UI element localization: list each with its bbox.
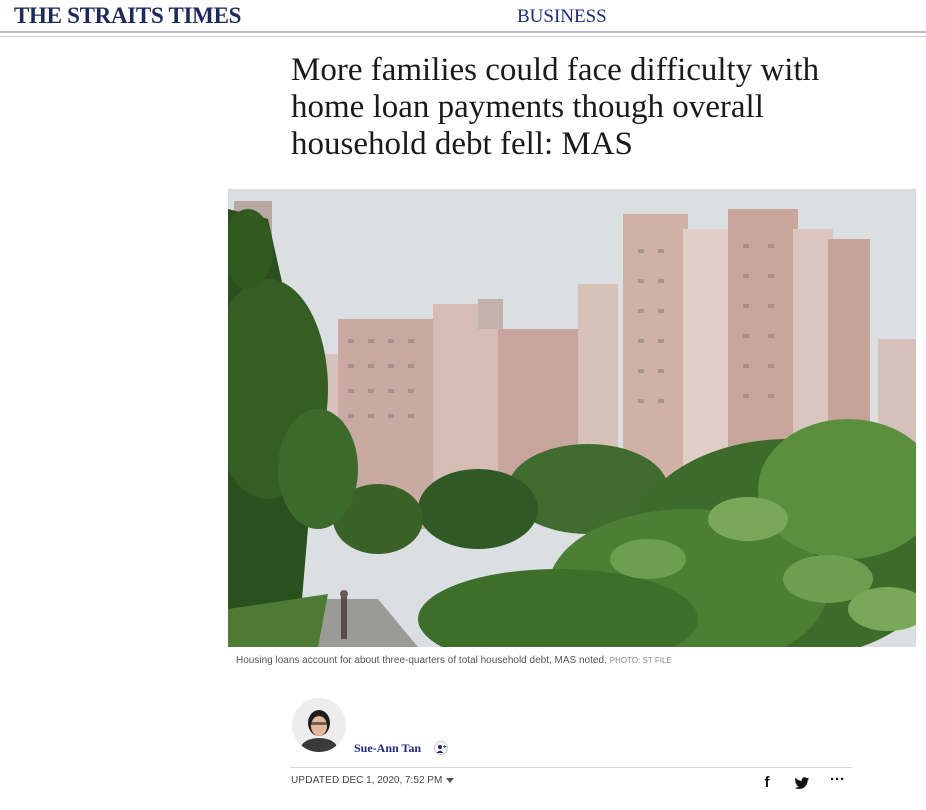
- person-plus-icon: [436, 745, 447, 753]
- article-photo[interactable]: [228, 189, 916, 647]
- updated-timestamp: UPDATED DEC 1, 2020, 7:52 PM: [291, 775, 455, 786]
- follow-author-icon[interactable]: [434, 741, 448, 755]
- more-options-icon[interactable]: ···: [830, 772, 850, 788]
- updated-time: DEC 1, 2020, 7:52 PM: [342, 775, 443, 786]
- chevron-down-icon[interactable]: [446, 777, 455, 783]
- author-name[interactable]: Sue-Ann Tan: [354, 741, 421, 756]
- updated-label: UPDATED: [291, 775, 340, 786]
- masthead: THE STRAITS TIMES BUSINESS: [0, 0, 926, 37]
- article-headline: More families could face difficulty with…: [291, 52, 820, 162]
- photo-caption: Housing loans account for about three-qu…: [236, 655, 672, 666]
- meta-divider: [290, 767, 852, 768]
- avatar-portrait: [292, 698, 346, 752]
- twitter-share-icon[interactable]: [794, 777, 810, 790]
- twitter-bird-icon: [794, 777, 810, 790]
- facebook-share-icon[interactable]: f: [760, 775, 774, 790]
- photo-credit: PHOTO: ST FILE: [609, 656, 672, 665]
- caption-text: Housing loans account for about three-qu…: [236, 655, 607, 666]
- masthead-rule-secondary: [0, 36, 926, 37]
- author-avatar[interactable]: [292, 698, 346, 752]
- section-link[interactable]: BUSINESS: [517, 6, 607, 28]
- site-logo[interactable]: THE STRAITS TIMES: [14, 3, 241, 29]
- photo-illustration: [228, 189, 916, 647]
- masthead-rule: [0, 31, 926, 33]
